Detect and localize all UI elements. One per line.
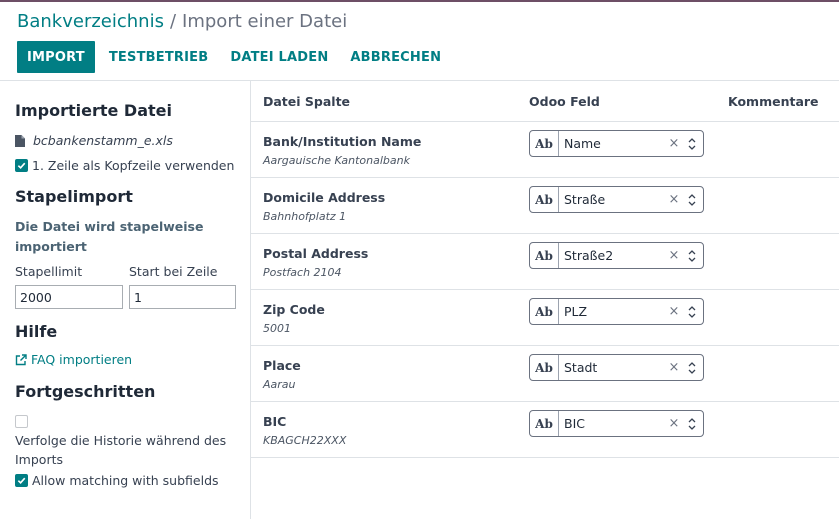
field-select[interactable]: Ab Name × xyxy=(529,130,704,157)
table-row: Bank/Institution Name Aargauische Kanton… xyxy=(251,122,839,178)
check-icon xyxy=(17,477,26,485)
column-name: Domicile Address xyxy=(263,190,386,205)
text-type-icon: Ab xyxy=(530,131,559,156)
field-value: PLZ xyxy=(564,304,588,319)
column-sample: Aargauische Kantonalbank xyxy=(263,154,410,167)
updown-arrows-icon xyxy=(686,361,698,375)
clear-icon[interactable]: × xyxy=(668,416,680,431)
faq-link[interactable]: FAQ importieren xyxy=(15,352,132,367)
batch-import-heading: Stapelimport xyxy=(15,187,133,206)
help-heading: Hilfe xyxy=(15,322,58,341)
test-button[interactable]: TESTBETRIEB xyxy=(98,41,219,73)
cancel-button[interactable]: ABBRECHEN xyxy=(339,41,452,73)
subfields-label: Allow matching with subfields xyxy=(32,473,219,488)
field-value: Straße2 xyxy=(564,248,614,263)
field-value: Straße xyxy=(564,192,606,207)
control-panel: Bankverzeichnis / Import einer Datei IMP… xyxy=(0,2,839,81)
advanced-heading: Fortgeschritten xyxy=(15,382,156,401)
updown-arrows-icon xyxy=(686,305,698,319)
toolbar: IMPORT TESTBETRIEB DATEI LADEN ABBRECHEN xyxy=(17,41,452,73)
field-select[interactable]: Ab Straße2 × xyxy=(529,242,704,269)
clear-icon[interactable]: × xyxy=(668,248,680,263)
file-icon xyxy=(15,134,25,147)
batch-limit-label: Stapellimit xyxy=(15,264,83,279)
header-row-checkbox[interactable] xyxy=(15,159,28,172)
breadcrumb-current: Import einer Datei xyxy=(182,11,348,32)
header-file-column: Datei Spalte xyxy=(263,94,351,109)
external-link-icon xyxy=(15,353,27,365)
field-value: Stadt xyxy=(564,360,598,375)
field-select[interactable]: Ab Stadt × xyxy=(529,354,704,381)
updown-arrows-icon xyxy=(686,249,698,263)
start-row-input[interactable] xyxy=(129,285,236,309)
column-name: Place xyxy=(263,358,301,373)
file-name: bcbankenstamm_e.xls xyxy=(33,133,173,148)
breadcrumb-separator: / xyxy=(169,11,177,32)
header-odoo-field: Odoo Feld xyxy=(529,94,600,109)
updown-arrows-icon xyxy=(686,193,698,207)
text-type-icon: Ab xyxy=(530,411,559,436)
table-row: BIC KBAGCH22XXX Ab BIC × xyxy=(251,402,839,458)
field-value: BIC xyxy=(564,416,585,431)
track-history-option xyxy=(15,415,32,428)
breadcrumb-parent-link[interactable]: Bankverzeichnis xyxy=(17,11,164,32)
table-row: Domicile Address Bahnhofplatz 1 Ab Straß… xyxy=(251,178,839,234)
file-info: bcbankenstamm_e.xls xyxy=(15,133,173,148)
clear-icon[interactable]: × xyxy=(668,192,680,207)
text-type-icon: Ab xyxy=(530,187,559,212)
text-type-icon: Ab xyxy=(530,243,559,268)
column-sample: 5001 xyxy=(263,322,291,335)
import-options-sidebar: Importierte Datei bcbankenstamm_e.xls 1.… xyxy=(0,81,251,519)
header-row-option: 1. Zeile als Kopfzeile verwenden xyxy=(15,158,234,173)
clear-icon[interactable]: × xyxy=(668,136,680,151)
field-select[interactable]: Ab Straße × xyxy=(529,186,704,213)
text-type-icon: Ab xyxy=(530,355,559,380)
subfields-checkbox[interactable] xyxy=(15,474,28,487)
header-comments: Kommentare xyxy=(728,94,819,109)
subfields-option: Allow matching with subfields xyxy=(15,473,219,488)
field-select[interactable]: Ab PLZ × xyxy=(529,298,704,325)
text-type-icon: Ab xyxy=(530,299,559,324)
clear-icon[interactable]: × xyxy=(668,360,680,375)
table-row: Zip Code 5001 Ab PLZ × xyxy=(251,290,839,346)
track-history-checkbox[interactable] xyxy=(15,415,28,428)
field-value: Name xyxy=(564,136,601,151)
faq-link-label: FAQ importieren xyxy=(31,352,133,367)
imported-file-heading: Importierte Datei xyxy=(15,101,172,120)
batch-info-text: Die Datei wird stapelweise importiert xyxy=(15,219,204,254)
batch-limit-input[interactable] xyxy=(15,285,123,309)
start-row-label: Start bei Zeile xyxy=(129,264,218,279)
column-sample: KBAGCH22XXX xyxy=(263,434,347,447)
column-name: BIC xyxy=(263,414,287,429)
breadcrumb: Bankverzeichnis / Import einer Datei xyxy=(17,11,347,32)
column-mapping-table: Datei Spalte Odoo Feld Kommentare Bank/I… xyxy=(251,81,839,519)
updown-arrows-icon xyxy=(686,417,698,431)
column-name: Zip Code xyxy=(263,302,325,317)
table-row: Postal Address Postfach 2104 Ab Straße2 … xyxy=(251,234,839,290)
track-history-label: Verfolge die Historie während des Import… xyxy=(15,433,227,467)
load-file-button[interactable]: DATEI LADEN xyxy=(219,41,339,73)
column-name: Bank/Institution Name xyxy=(263,134,422,149)
field-select[interactable]: Ab BIC × xyxy=(529,410,704,437)
header-row-label: 1. Zeile als Kopfzeile verwenden xyxy=(32,158,235,173)
check-icon xyxy=(17,162,26,170)
column-sample: Postfach 2104 xyxy=(263,266,342,279)
column-sample: Aarau xyxy=(263,378,296,391)
table-row: Place Aarau Ab Stadt × xyxy=(251,346,839,402)
import-button[interactable]: IMPORT xyxy=(17,41,95,73)
updown-arrows-icon xyxy=(686,137,698,151)
clear-icon[interactable]: × xyxy=(668,304,680,319)
column-sample: Bahnhofplatz 1 xyxy=(263,210,347,223)
column-name: Postal Address xyxy=(263,246,369,261)
